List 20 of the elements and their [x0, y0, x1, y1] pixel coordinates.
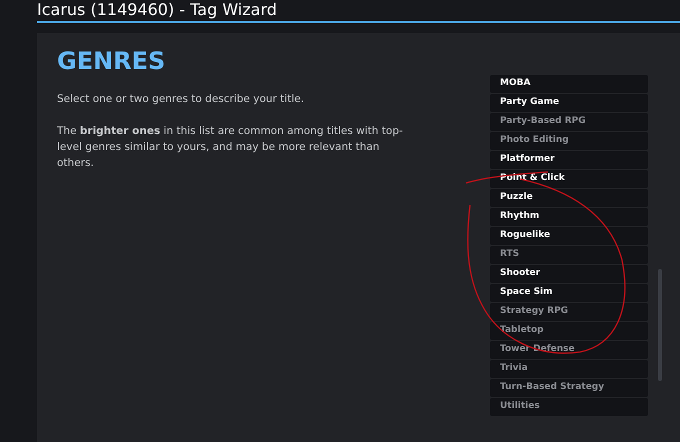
genre-option[interactable]: Space Sim	[490, 284, 648, 302]
genre-option[interactable]: Party-Based RPG	[490, 113, 648, 131]
genre-option[interactable]: Rhythm	[490, 208, 648, 226]
description-text: The brighter ones in this list are common among titles with top-level genres similar to yours, and may be more relevant than others.	[57, 124, 404, 171]
genre-option[interactable]: Trivia	[490, 360, 648, 378]
description-text: Select one or two genres to describe your title.	[57, 92, 306, 107]
genre-option[interactable]: Photo Editing	[490, 132, 648, 150]
genre-option[interactable]: Puzzle	[490, 189, 648, 207]
genre-option[interactable]: Roguelike	[490, 227, 648, 245]
genre-option[interactable]: Platformer	[490, 151, 648, 169]
genre-option[interactable]: Strategy RPG	[490, 303, 648, 321]
genre-option[interactable]: MOBA	[490, 75, 648, 93]
genre-option[interactable]: Utilities	[490, 398, 648, 416]
genre-option[interactable]: Party Game	[490, 94, 648, 112]
genre-option[interactable]: Turn-Based Strategy	[490, 379, 648, 397]
genre-option[interactable]: Tower Defense	[490, 341, 648, 359]
genre-option[interactable]: RTS	[490, 246, 648, 264]
section-heading: GENRES	[57, 46, 166, 76]
genre-option[interactable]: Shooter	[490, 265, 648, 283]
window-title: Icarus (1149460) - Tag Wizard	[37, 0, 277, 21]
